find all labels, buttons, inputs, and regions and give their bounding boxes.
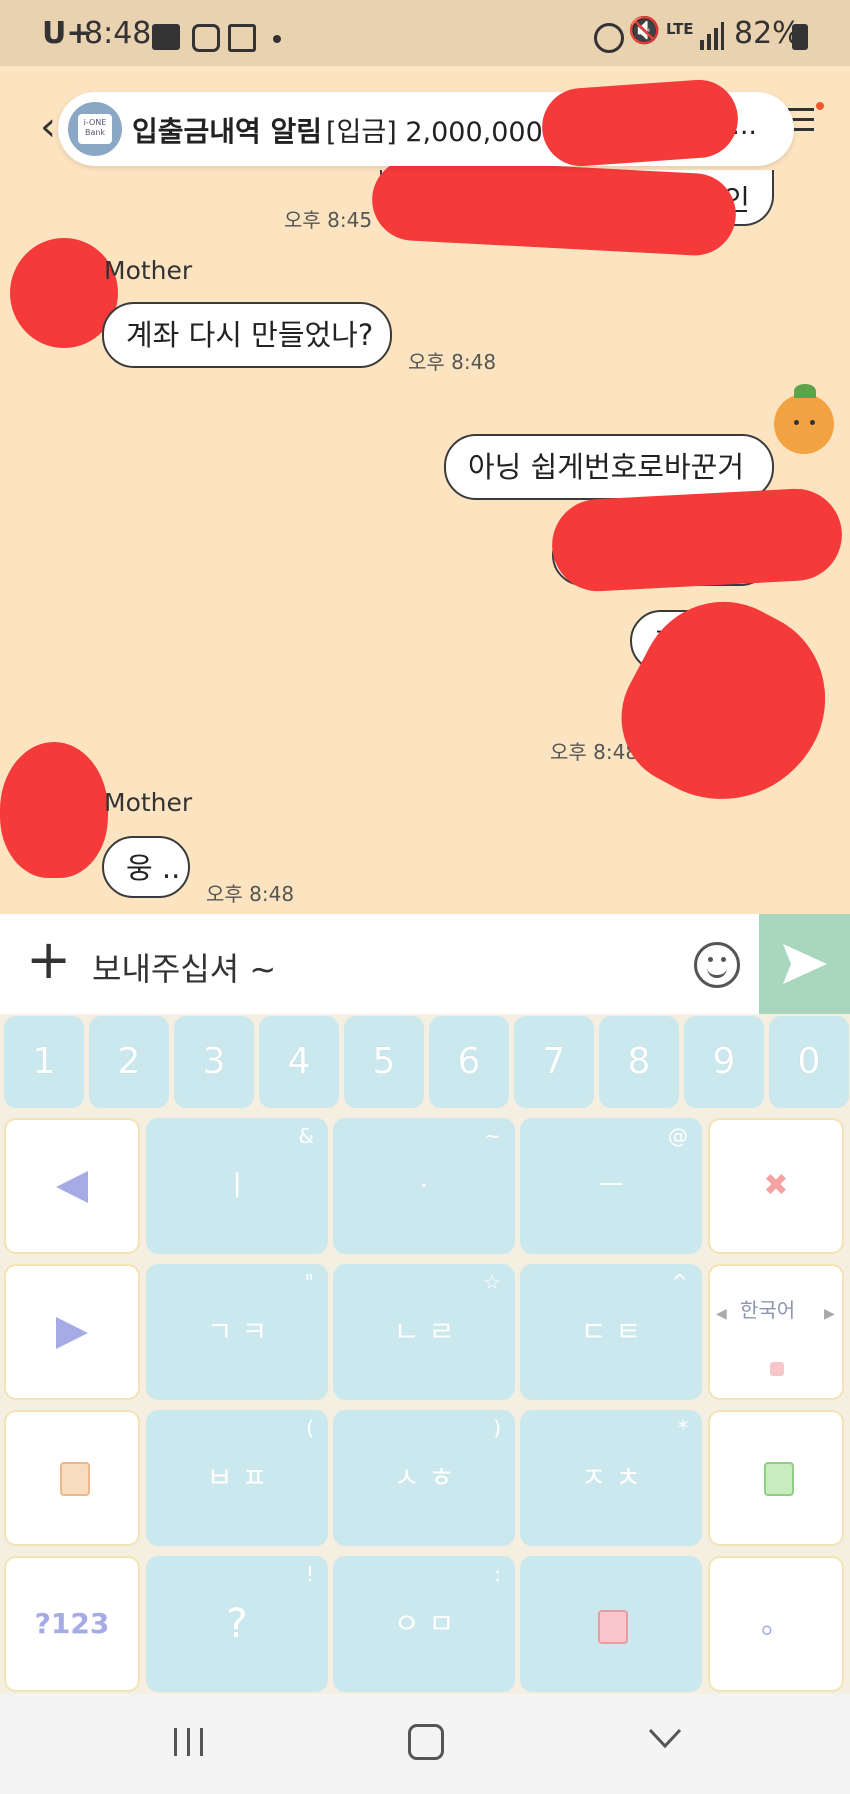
leaf-icon — [794, 384, 816, 398]
alarm-icon — [594, 23, 624, 53]
navigation-bar — [0, 1694, 850, 1794]
mute-icon: 🔇 — [628, 16, 661, 46]
message-bubble[interactable]: 계좌 다시 만들었나? — [102, 302, 392, 368]
key-g-k[interactable]: ㄱ ㅋ " — [146, 1264, 328, 1400]
key-eu-vowel[interactable]: ㅡ @ — [520, 1118, 702, 1254]
key-1[interactable]: 1 — [4, 1016, 84, 1108]
status-bar: U+ 8:48 🔇 LTE 82% — [0, 0, 850, 66]
backspace-key[interactable]: ✖ — [708, 1118, 844, 1254]
lang-right-arrow-icon: ▶ — [824, 1306, 835, 1322]
key-dot-vowel[interactable]: · ~ — [333, 1118, 515, 1254]
sender-name: Mother — [104, 788, 193, 817]
signal-icon — [700, 22, 724, 54]
sender-name: Mother — [104, 256, 193, 285]
cursor-right-key[interactable] — [4, 1264, 140, 1400]
key-5[interactable]: 5 — [344, 1016, 424, 1108]
redaction-mark — [549, 486, 845, 594]
redaction-mark — [539, 77, 741, 169]
message-bubble[interactable]: 웅 .. — [102, 836, 190, 898]
message-time: 오후 8:45 — [284, 208, 373, 232]
bank-logo: i-ONE Bank — [68, 102, 122, 156]
lang-left-arrow-icon: ◀ — [716, 1306, 727, 1322]
send-button[interactable] — [759, 914, 850, 1014]
sticker-key[interactable] — [4, 1410, 140, 1546]
language-switch-key[interactable]: ◀ 한국어 ▶ — [708, 1264, 844, 1400]
key-b-p[interactable]: ㅂ ㅍ( — [146, 1410, 328, 1546]
redaction-mark — [597, 572, 850, 836]
eye-icon — [794, 420, 799, 425]
message-bubble[interactable]: 아닝 쉽게번호로바꾼거 — [444, 434, 774, 500]
milk-carton-icon — [60, 1462, 90, 1496]
menu-badge — [816, 102, 824, 110]
milk-carton-icon — [770, 1362, 784, 1376]
key-d-t[interactable]: ㄷ ㅌ ^ — [520, 1264, 702, 1400]
key-9[interactable]: 9 — [684, 1016, 764, 1108]
key-i-vowel[interactable]: ㅣ & — [146, 1118, 328, 1254]
symbols-key[interactable]: ?123 — [4, 1556, 140, 1692]
notification-text: [입금] 2,000,000원 — [326, 117, 568, 148]
orange-avatar[interactable] — [774, 384, 834, 454]
message-input-bar: + 보내주십셔 ~ — [0, 914, 850, 1014]
gallery-icon — [228, 24, 256, 52]
message-time: 오후 8:48 — [408, 350, 497, 374]
bank-app-icon — [152, 24, 180, 50]
milk-carton-icon — [598, 1610, 628, 1644]
more-notifications-dot — [273, 35, 281, 43]
message-time: 오후 8:48 — [206, 882, 295, 906]
back-arrow-icon[interactable]: ‹ — [40, 104, 56, 150]
period-key[interactable]: 。 — [708, 1556, 844, 1692]
avatar-redaction — [0, 742, 108, 878]
milk-carton-icon — [764, 1462, 794, 1496]
instagram-icon — [192, 24, 220, 52]
key-0[interactable]: 0 — [769, 1016, 849, 1108]
send-icon — [783, 944, 827, 984]
notification-popup[interactable]: i-ONE Bank 입출금내역 알림 [입금] 2,000,000원 -*..… — [58, 77, 794, 169]
key-j-ch[interactable]: ㅈ ㅊ * — [520, 1410, 702, 1546]
key-3[interactable]: 3 — [174, 1016, 254, 1108]
key-n-r[interactable]: ㄴ ㄹ ☆ — [333, 1264, 515, 1400]
sticker-key[interactable] — [708, 1410, 844, 1546]
battery-percent: 82% — [734, 16, 801, 51]
eye-icon — [810, 420, 815, 425]
message-input[interactable]: 보내주십셔 ~ — [92, 944, 276, 990]
key-4[interactable]: 4 — [259, 1016, 339, 1108]
message-text: 아닝 쉽게번호로바꾼거 — [468, 450, 745, 484]
plus-button[interactable]: + — [26, 930, 71, 990]
key-o-m[interactable]: ㅇ ㅁ: — [333, 1556, 515, 1692]
chat-area[interactable]: ‹ 확인 오후 8:45 Mother 계좌 다시 만들었나? 오후 8:48 … — [0, 66, 850, 914]
cursor-left-key[interactable] — [4, 1118, 140, 1254]
left-arrow-icon — [56, 1170, 88, 1203]
right-arrow-icon — [56, 1316, 88, 1349]
emoji-button[interactable] — [694, 942, 740, 988]
recent-apps-icon[interactable] — [172, 1726, 206, 1762]
home-icon[interactable] — [408, 1724, 444, 1760]
status-time: 8:48 — [84, 16, 152, 51]
notification-title: 입출금내역 알림 — [132, 115, 323, 148]
hide-keyboard-icon[interactable] — [648, 1728, 682, 1754]
key-s-h[interactable]: ㅅ ㅎ) — [333, 1410, 515, 1546]
space-key[interactable] — [520, 1556, 702, 1692]
language-label: 한국어 — [740, 1298, 796, 1322]
key-6[interactable]: 6 — [429, 1016, 509, 1108]
message-text: 웅 .. — [126, 851, 181, 885]
key-2[interactable]: 2 — [89, 1016, 169, 1108]
bank-logo-text: i-ONE Bank — [78, 114, 112, 144]
key-question[interactable]: ?! — [146, 1556, 328, 1692]
key-8[interactable]: 8 — [599, 1016, 679, 1108]
message-text: 계좌 다시 만들었나? — [126, 318, 374, 352]
key-7[interactable]: 7 — [514, 1016, 594, 1108]
lte-indicator: LTE — [666, 20, 694, 38]
battery-icon — [792, 24, 808, 50]
